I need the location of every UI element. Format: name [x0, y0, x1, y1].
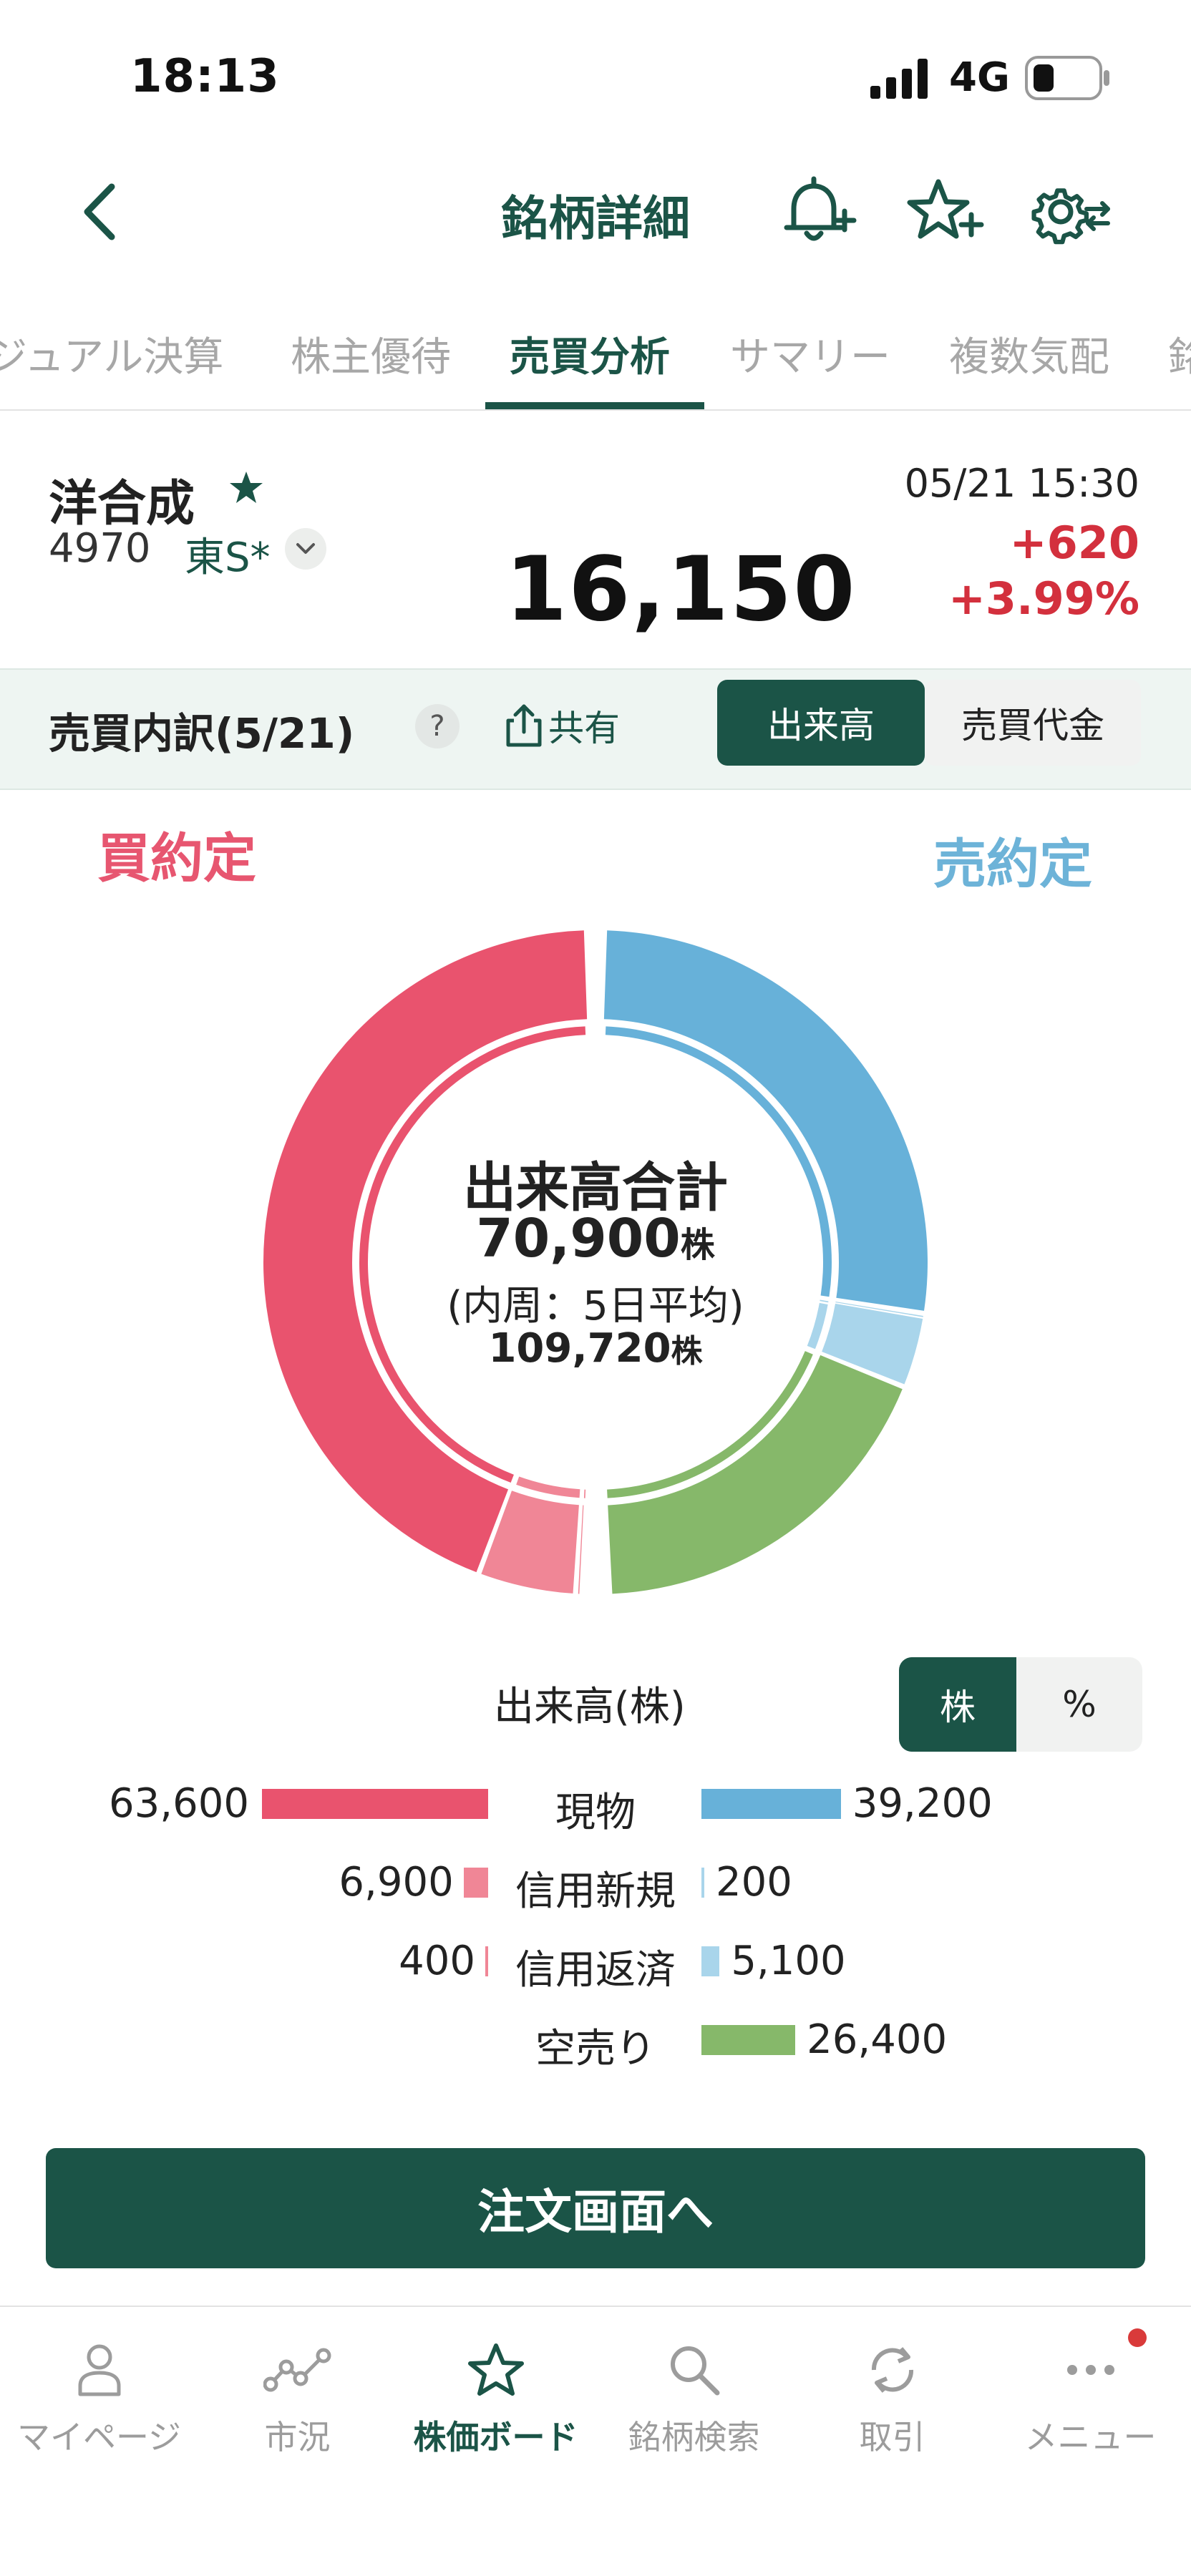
- toggle-volume[interactable]: 出来高: [717, 680, 925, 766]
- bell-plus-icon: [784, 176, 857, 241]
- tab-bar: ジュアル決算 株主優待 売買分析 サマリー 複数気配 銘: [0, 322, 1191, 411]
- legend-buy-bar: [463, 1868, 488, 1898]
- tab-next[interactable]: 銘: [1168, 322, 1191, 409]
- donut-inner-buy-slice: [583, 1489, 586, 1498]
- stock-price: 16,150: [505, 538, 857, 641]
- legend-title: 出来高(株): [494, 1684, 686, 1730]
- settings-button[interactable]: [1028, 169, 1114, 255]
- total-unit: 株: [680, 1225, 715, 1265]
- favorite-star-icon[interactable]: [228, 469, 265, 509]
- avg-unit: 株: [671, 1333, 703, 1370]
- unit-share-button[interactable]: 株: [899, 1657, 1016, 1752]
- more-icon: [1066, 2365, 1114, 2375]
- share-icon: [506, 704, 542, 747]
- market-chart-icon: [263, 2348, 331, 2392]
- help-button[interactable]: ?: [415, 704, 460, 748]
- status-time: 18:13: [130, 50, 280, 103]
- nav-label: メニュー: [1024, 2418, 1157, 2457]
- legend-sell-value: 200: [716, 1859, 792, 1906]
- legend-buy-value: 6,900: [339, 1859, 454, 1906]
- nav-label: 市況: [264, 2418, 331, 2457]
- chevron-down-icon: [296, 543, 315, 554]
- signal-icon: [870, 59, 930, 102]
- legend-buy-value: 400: [399, 1938, 475, 1984]
- network-type: 4G: [949, 54, 1010, 101]
- share-button[interactable]: 共有: [505, 700, 620, 751]
- legend-row-label: 空売り: [535, 2026, 656, 2072]
- toggle-trading-value[interactable]: 売買代金: [925, 680, 1141, 766]
- refresh-icon: [871, 2347, 913, 2393]
- buy-label: 買約定: [97, 828, 256, 889]
- legend-buy-bar: [485, 1946, 488, 1976]
- legend-buy-value: 63,600: [109, 1780, 249, 1827]
- nav-stock-board[interactable]: 株価ボード: [397, 2341, 595, 2459]
- nav-label: 銘柄検索: [628, 2418, 760, 2457]
- tab-visual-earnings[interactable]: ジュアル決算: [0, 322, 223, 409]
- nav-menu[interactable]: メニュー: [991, 2341, 1190, 2459]
- nav-label: 取引: [859, 2418, 925, 2457]
- battery-icon: [1025, 56, 1111, 103]
- page-title: 銘柄詳細: [501, 191, 690, 246]
- active-tab-indicator: [485, 402, 704, 409]
- legend-sell-bar: [701, 1789, 841, 1819]
- legend-sell-bar: [701, 1946, 720, 1976]
- inner-ring-note: (内周：5日平均): [447, 1283, 744, 1330]
- gear-swap-icon: [1031, 188, 1110, 245]
- total-volume: 70,900: [476, 1208, 681, 1269]
- chart-center-total: 70,900株: [0, 1208, 1191, 1269]
- legend-row-label: 現物: [555, 1790, 636, 1836]
- unit-percent-button[interactable]: %: [1016, 1657, 1142, 1752]
- nav-trade[interactable]: 取引: [793, 2341, 991, 2459]
- legend-sell-value: 26,400: [807, 2016, 948, 2063]
- breakdown-title: 売買内訳(5/21): [49, 709, 355, 758]
- donut-sell-slice: [608, 1355, 903, 1594]
- stock-name: 洋合成: [49, 476, 195, 532]
- legend-row-label: 信用新規: [515, 1868, 676, 1915]
- market-dropdown-button[interactable]: [285, 528, 326, 570]
- chart-center-avg: 109,720株: [0, 1325, 1191, 1372]
- nav-market[interactable]: 市況: [198, 2341, 397, 2459]
- legend-sell-value: 5,100: [731, 1938, 846, 1984]
- notification-dot: [1128, 2328, 1147, 2347]
- sell-label: 売約定: [933, 834, 1092, 895]
- donut-inner-buy-slice: [516, 1476, 580, 1498]
- nav-stock-search[interactable]: 銘柄検索: [595, 2341, 793, 2459]
- nav-label: マイページ: [16, 2418, 182, 2457]
- legend-sell-bar: [701, 2025, 796, 2055]
- add-alert-button[interactable]: [776, 169, 862, 255]
- avg-volume: 109,720: [488, 1325, 671, 1372]
- tab-multi-quote[interactable]: 複数気配: [949, 322, 1109, 409]
- star-icon: [467, 2343, 524, 2396]
- legend-sell-value: 39,200: [852, 1780, 993, 1827]
- price-change-percent: +3.99%: [948, 572, 1139, 625]
- nav-mypage[interactable]: マイページ: [0, 2341, 198, 2459]
- price-timestamp: 05/21 15:30: [904, 461, 1139, 506]
- star-plus-icon: [907, 179, 984, 239]
- legend-row-label: 信用返済: [515, 1947, 676, 1994]
- donut-buy-slice: [578, 1505, 584, 1594]
- person-icon: [78, 2344, 120, 2396]
- legend-buy-bar: [262, 1789, 488, 1819]
- stock-market[interactable]: 東S*: [185, 525, 271, 583]
- search-icon: [670, 2346, 719, 2396]
- order-screen-button[interactable]: 注文画面へ: [46, 2148, 1145, 2268]
- share-label: 共有: [548, 708, 620, 749]
- nav-label: 株価ボード: [413, 2418, 578, 2457]
- legend-sell-bar: [701, 1868, 704, 1898]
- tab-summary[interactable]: サマリー: [730, 322, 890, 409]
- tab-shareholder-benefits[interactable]: 株主優待: [291, 322, 451, 409]
- price-change: +620: [1009, 517, 1139, 569]
- stock-code: 4970: [49, 525, 151, 572]
- add-favorite-button[interactable]: [902, 169, 988, 255]
- tab-trade-analysis[interactable]: 売買分析: [510, 322, 670, 409]
